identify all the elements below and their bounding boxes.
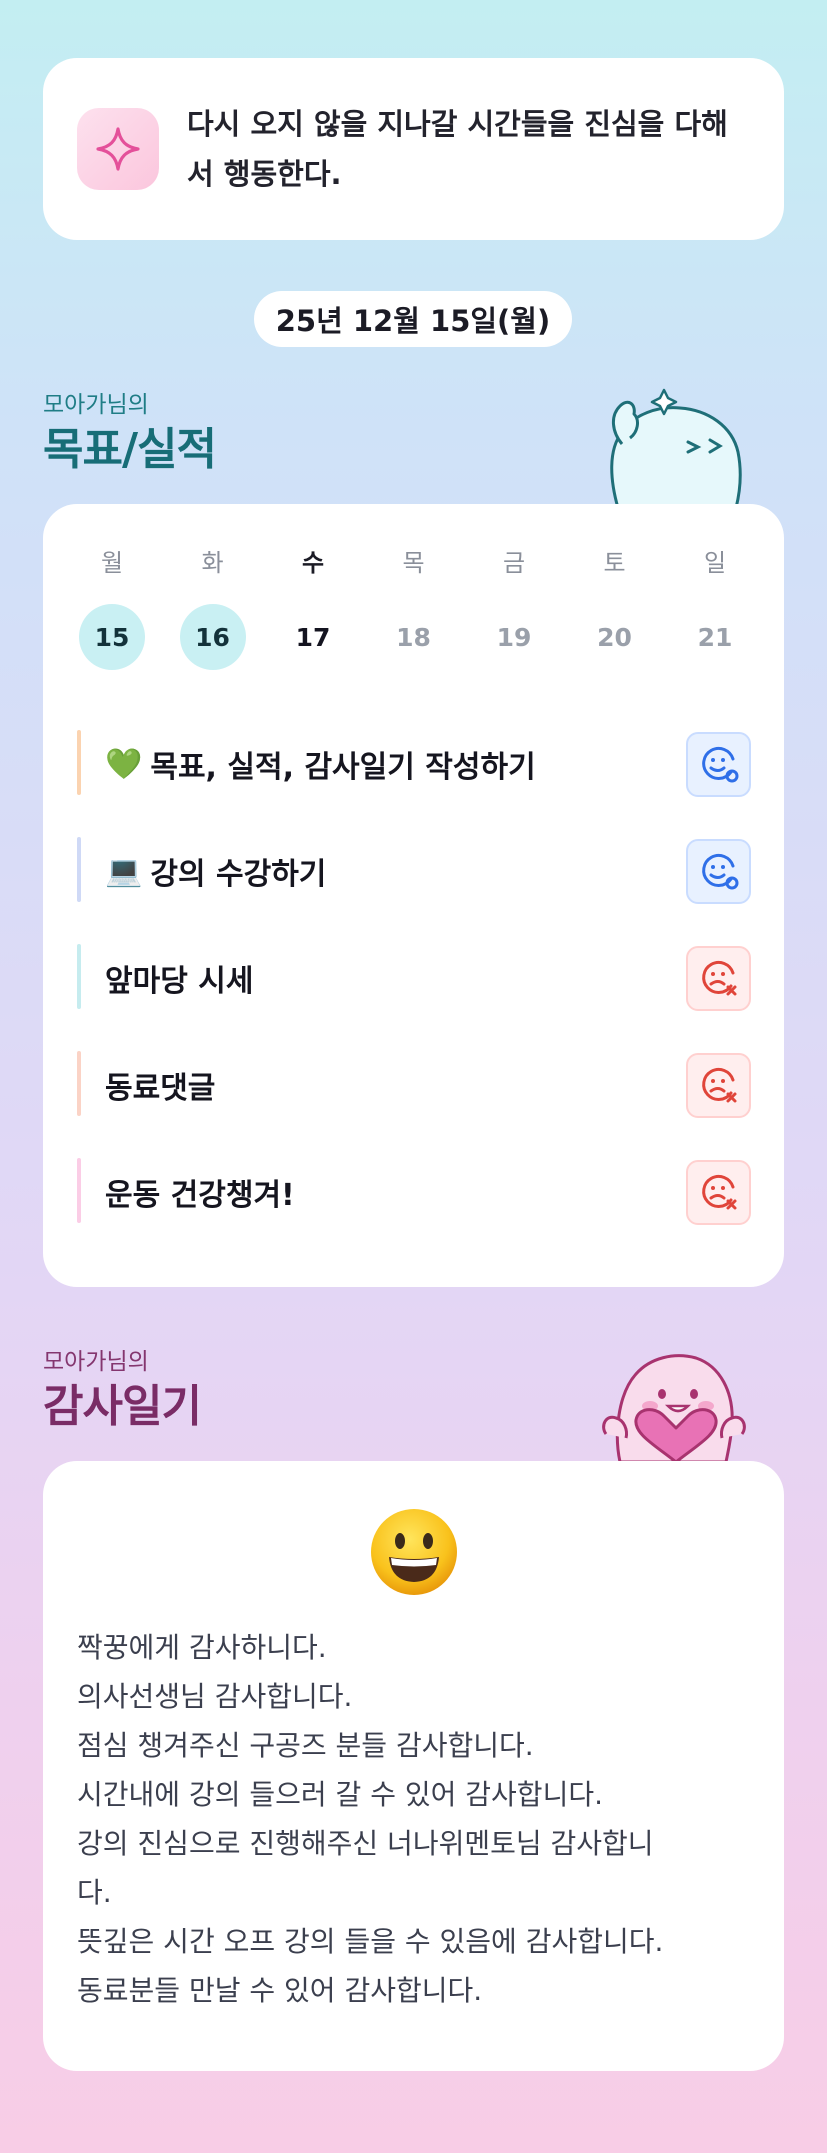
gratitude-line: 시간내에 강의 들으러 갈 수 있어 감사합니다. [77,1778,603,1811]
gratitude-line: 강의 진심으로 진행해주신 너나위멘토님 감사합니 [77,1827,654,1860]
day-date[interactable]: 21 [682,604,748,670]
goal-item[interactable]: 💻 강의 수강하기 [77,825,751,932]
gratitude-line: 뜻깊은 시간 오프 강의 들을 수 있음에 감사합니다. [77,1925,664,1958]
gratitude-line: 의사선생님 감사합니다. [77,1680,353,1713]
day-name: 금 [502,549,526,577]
goal-text: 앞마당 시세 [105,964,254,999]
gratitude-card: 짝꿍에게 감사하니다. 의사선생님 감사합니다. 점심 챙겨주신 구공즈 분들 … [43,1461,784,2071]
goal-color-bar [77,1158,81,1223]
heart-mascot-icon [602,1354,746,1462]
day-thu[interactable]: 목 18 [381,546,447,670]
day-tue[interactable]: 화 16 [179,546,246,670]
gratitude-line: 점심 챙겨주신 구공즈 분들 감사합니다. [77,1729,534,1762]
goal-text: 목표, 실적, 감사일기 작성하기 [150,750,536,785]
date-label[interactable]: 25년 12월 15일(월) [254,291,572,347]
goals-card: 월 15 화 16 수 17 목 18 금 19 토 20 일 21 💚 목표,… [43,504,784,1287]
goal-text: 동료댓글 [105,1071,216,1106]
goal-color-bar [77,730,81,795]
goal-color-bar [77,944,81,1009]
day-date[interactable]: 20 [582,604,648,670]
day-name: 일 [703,549,727,577]
ghost-mascot-icon [610,388,742,508]
day-name: 수 [301,549,325,577]
goal-item[interactable]: 동료댓글 [77,1039,751,1146]
day-date[interactable]: 17 [280,604,346,670]
goals-title: 목표/실적 [43,424,217,475]
day-name: 월 [100,549,124,577]
goal-item[interactable]: 운동 건강챙겨! [77,1146,751,1253]
goal-item[interactable]: 💚 목표, 실적, 감사일기 작성하기 [77,718,751,825]
green-heart-icon: 💚 [105,746,143,782]
gratitude-line: 다. [77,1876,112,1909]
day-name: 토 [603,549,626,577]
goal-label: 운동 건강챙겨! [105,1170,295,1214]
day-name: 화 [201,549,224,577]
laptop-icon: 💻 [105,853,143,889]
goal-color-bar [77,837,81,902]
smile-check-icon[interactable] [686,838,751,904]
sad-x-icon[interactable] [686,945,751,1011]
day-name: 목 [402,549,425,577]
day-date[interactable]: 19 [481,604,547,670]
day-sun[interactable]: 일 21 [682,546,748,670]
goal-label: 동료댓글 [105,1063,215,1107]
sad-x-icon[interactable] [686,1052,751,1118]
day-date[interactable]: 18 [381,604,447,670]
week-strip: 월 15 화 16 수 17 목 18 금 19 토 20 일 21 [79,546,748,670]
day-fri[interactable]: 금 19 [481,546,547,670]
goal-list: 💚 목표, 실적, 감사일기 작성하기 💻 강의 수강하기 앞마당 시세 동료댓… [77,718,751,1253]
thanks-title: 감사일기 [43,1381,202,1432]
gratitude-line: 동료분들 만날 수 있어 감사합니다. [77,1974,483,2007]
goal-label: 앞마당 시세 [105,956,253,1000]
sad-x-icon[interactable] [686,1159,751,1225]
goal-color-bar [77,1051,81,1116]
grinning-face-icon[interactable] [369,1507,459,1597]
motto-text: 다시 오지 않을 지나갈 시간들을 진심을 다해서 행동한다. [187,107,728,191]
motto-card: 다시 오지 않을 지나갈 시간들을 진심을 다해서 행동한다. [43,58,784,240]
goal-item[interactable]: 앞마당 시세 [77,932,751,1039]
gratitude-line: 짝꿍에게 감사하니다. [77,1631,327,1664]
goal-text: 운동 건강챙겨! [105,1178,295,1213]
day-date[interactable]: 15 [79,604,145,670]
goal-label: 💻 강의 수강하기 [105,849,326,893]
day-sat[interactable]: 토 20 [582,546,648,670]
goal-text: 강의 수강하기 [150,857,327,892]
sparkle-icon [77,108,159,190]
gratitude-text: 짝꿍에게 감사하니다. 의사선생님 감사합니다. 점심 챙겨주신 구공즈 분들 … [77,1623,750,2015]
day-mon[interactable]: 월 15 [79,546,145,670]
smile-check-icon[interactable] [686,731,751,797]
day-wed[interactable]: 수 17 [280,546,346,670]
day-date[interactable]: 16 [179,604,246,670]
goal-label: 💚 목표, 실적, 감사일기 작성하기 [105,742,536,786]
